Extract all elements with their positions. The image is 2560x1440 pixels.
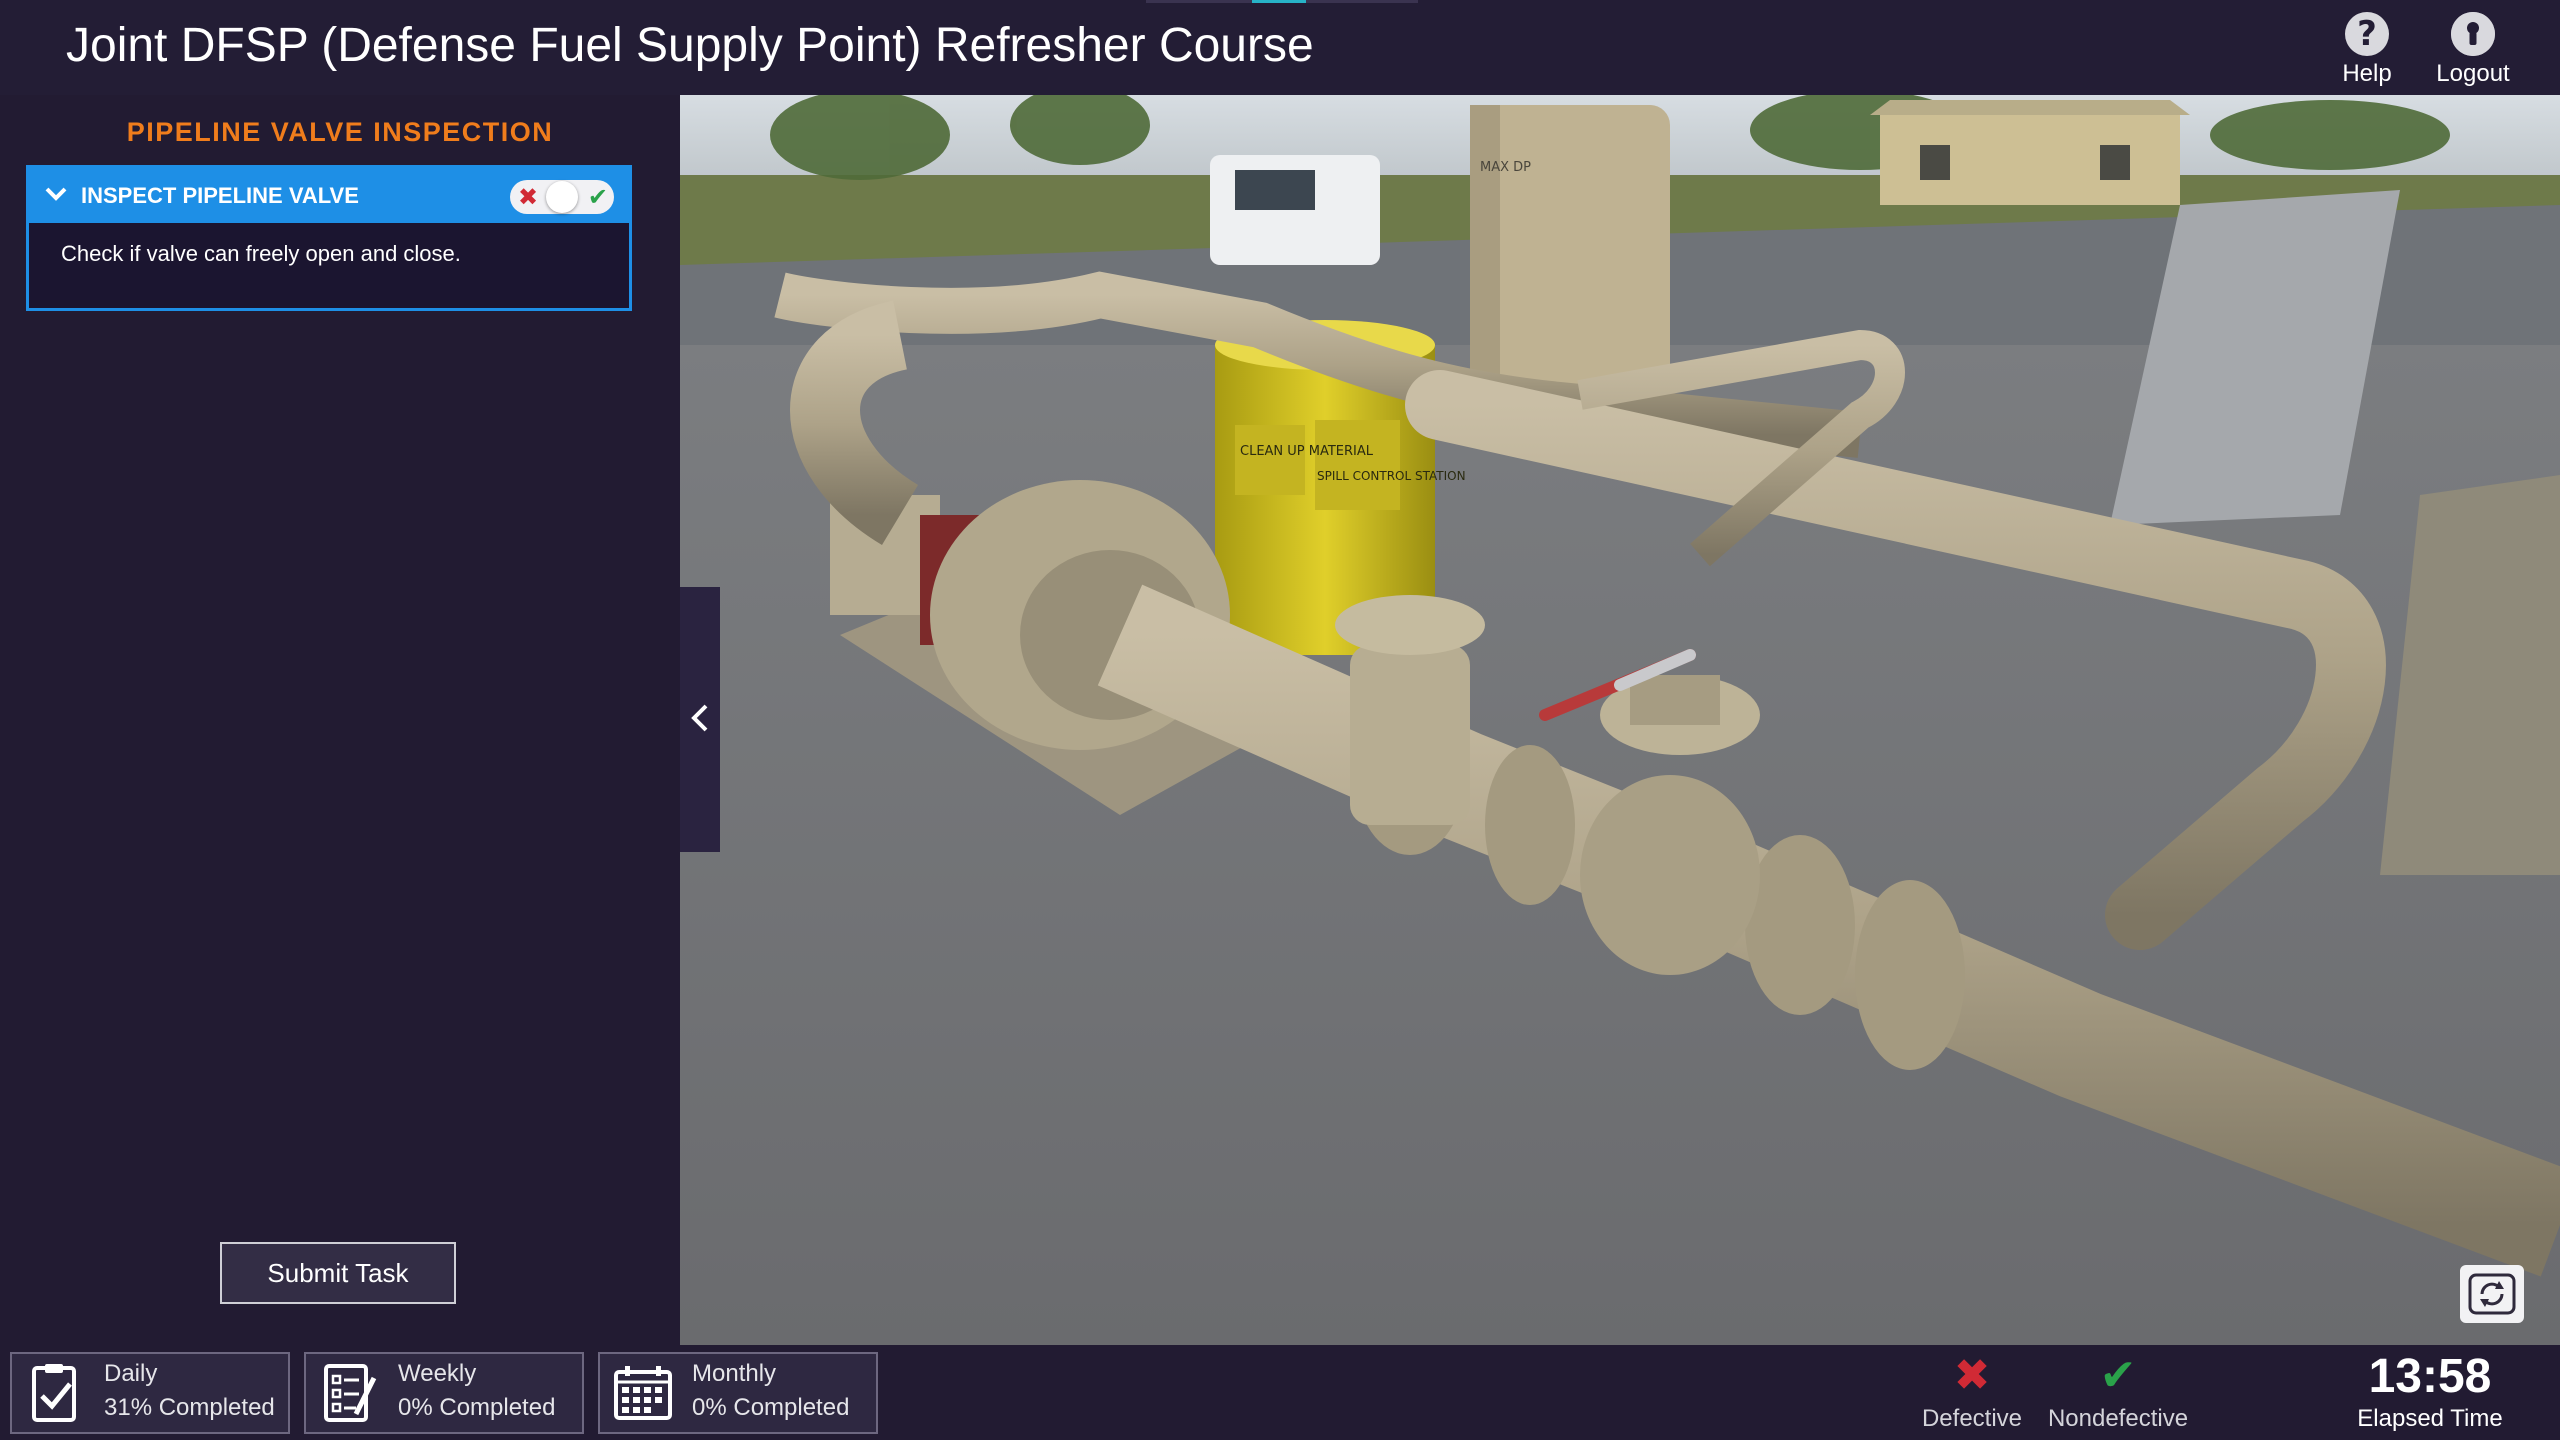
refresh-icon [2468, 1273, 2516, 1315]
defective-button[interactable]: ✖ Defective [1914, 1353, 2030, 1433]
schedule-daily-name: Daily [104, 1360, 158, 1387]
3d-scene-viewport[interactable]: MAX DP CLEAN UP MATERIAL SPILL CONTROL S… [680, 95, 2560, 1345]
help-button[interactable]: ? Help [2322, 12, 2412, 87]
schedule-monthly[interactable]: Monthly 0% Completed [598, 1352, 878, 1434]
checklist-icon [316, 1360, 382, 1426]
nondefective-label: Nondefective [2047, 1405, 2189, 1432]
schedule-weekly-progress: 0% Completed [398, 1394, 556, 1421]
nondefective-button[interactable]: ✔ Nondefective [2040, 1353, 2196, 1433]
check-icon: ✔ [587, 183, 608, 211]
page-title: Joint DFSP (Defense Fuel Supply Point) R… [66, 19, 1314, 72]
drum-stencil: CLEAN UP MATERIAL [1240, 444, 1374, 459]
tank-stencil: MAX DP [1480, 160, 1531, 175]
schedule-daily-progress: 31% Completed [104, 1394, 275, 1421]
station-stencil: SPILL CONTROL STATION [1317, 469, 1466, 483]
chevron-down-icon[interactable] [43, 181, 69, 207]
task-description: Check if valve can freely open and close… [61, 241, 461, 266]
schedule-monthly-progress: 0% Completed [692, 1394, 850, 1421]
logout-label: Logout [2436, 60, 2510, 87]
bottom-bar: Daily 31% Completed Weekly 0% Completed [0, 1345, 2560, 1440]
defect-toggle[interactable]: ✖ ✔ [510, 180, 614, 214]
top-progress-segment [1252, 0, 1306, 3]
clipboard-check-icon [22, 1360, 88, 1426]
x-icon: ✖ [518, 183, 539, 211]
submit-task-button[interactable]: Submit Task [220, 1242, 456, 1304]
elapsed-time-value: 13:58 [2368, 1350, 2492, 1403]
check-icon: ✔ [2099, 1350, 2137, 1401]
logout-button[interactable]: Logout [2428, 12, 2518, 87]
collapse-panel-button[interactable] [680, 587, 720, 852]
elapsed-time-label: Elapsed Time [2357, 1405, 2503, 1432]
reset-view-button[interactable] [2460, 1265, 2524, 1323]
top-header: Joint DFSP (Defense Fuel Supply Point) R… [0, 0, 2560, 95]
task-panel: PIPELINE VALVE INSPECTION INSPECT PIPELI… [0, 95, 680, 1345]
chevron-left-icon [688, 700, 712, 743]
task-name: INSPECT PIPELINE VALVE [81, 183, 359, 208]
schedule-daily[interactable]: Daily 31% Completed [10, 1352, 290, 1434]
schedule-weekly[interactable]: Weekly 0% Completed [304, 1352, 584, 1434]
logout-icon [2451, 12, 2495, 56]
schedule-monthly-name: Monthly [692, 1360, 777, 1387]
toggle-knob[interactable] [546, 181, 578, 213]
scene-illustration: MAX DP CLEAN UP MATERIAL SPILL CONTROL S… [680, 95, 2560, 1345]
schedule-weekly-name: Weekly [398, 1360, 477, 1387]
defective-label: Defective [1921, 1405, 2023, 1432]
section-title: PIPELINE VALVE INSPECTION [126, 117, 554, 147]
help-label: Help [2342, 60, 2392, 87]
elapsed-timer: 13:58 Elapsed Time [2320, 1351, 2540, 1433]
help-icon: ? [2345, 12, 2389, 56]
calendar-icon [610, 1360, 676, 1426]
task-header[interactable]: INSPECT PIPELINE VALVE ✖ ✔ [29, 168, 629, 223]
task-card: INSPECT PIPELINE VALVE ✖ ✔ Check if valv… [26, 165, 632, 311]
top-progress-indicator [1146, 0, 1418, 3]
x-icon: ✖ [1953, 1350, 1991, 1401]
